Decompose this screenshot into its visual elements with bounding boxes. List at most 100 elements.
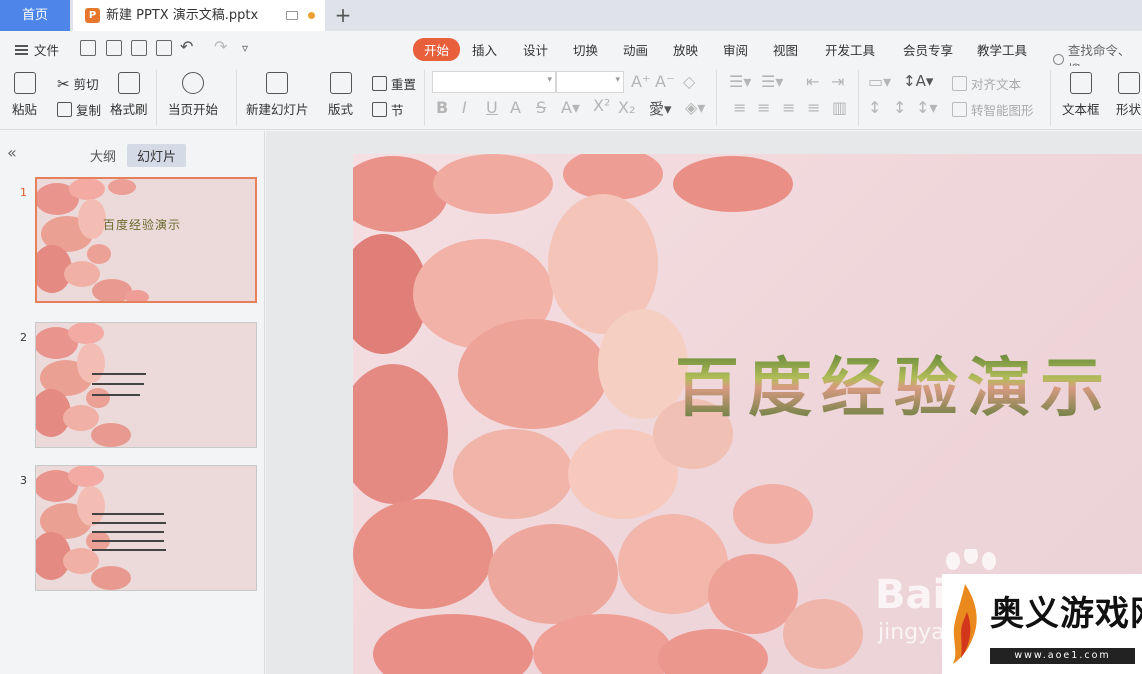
font-color-icon[interactable]: A▾ (561, 98, 580, 117)
copy-button[interactable]: 复制 (57, 100, 101, 119)
slide-thumbnail-2[interactable] (35, 322, 257, 448)
paragraph-spacing-icon[interactable]: ↕ (893, 98, 906, 117)
shadow-text-icon[interactable]: A (510, 98, 521, 117)
copy-label: 复制 (76, 103, 102, 118)
ribbon-divider (1050, 70, 1051, 126)
menu-tab-review[interactable]: 审阅 (723, 40, 748, 59)
increase-font-icon[interactable]: A⁺ (631, 72, 650, 91)
text-box-label: 文本框 (1062, 102, 1100, 117)
clear-format-icon[interactable]: ◇ (683, 72, 695, 91)
text-direction-icon[interactable]: ↕A▾ (903, 72, 933, 90)
title-tab-bar: 首页 P 新建 PPTX 演示文稿.pptx + (0, 0, 1142, 31)
menu-tab-slideshow[interactable]: 放映 (673, 40, 698, 59)
section-button[interactable]: 节 (372, 100, 404, 119)
cut-button[interactable]: ✂ 剪切 (57, 74, 99, 93)
strikethrough-icon[interactable]: S (536, 98, 546, 117)
play-from-current-label: 当页开始 (168, 102, 219, 117)
align-center-icon[interactable]: ≡ (757, 98, 770, 117)
layout-button[interactable]: 版式 (328, 72, 353, 118)
window-icon[interactable] (286, 11, 298, 20)
slide-title[interactable]: 百度经验演示 (675, 337, 1113, 429)
tab-slides[interactable]: 幻灯片 (127, 144, 187, 167)
align-right-icon[interactable]: ≡ (782, 98, 795, 117)
align-text-button[interactable]: 对齐文本 (952, 74, 1021, 93)
new-tab-button[interactable]: + (333, 4, 353, 26)
font-size-select[interactable] (556, 71, 624, 93)
underline-icon[interactable]: U (486, 98, 498, 117)
new-slide-icon (266, 72, 289, 94)
smart-art-label: 转智能图形 (971, 103, 1034, 118)
phonetic-guide-icon[interactable]: 愛▾ (649, 98, 672, 119)
redo-icon[interactable]: ↷ (214, 37, 227, 56)
bullet-list-icon[interactable]: ☰▾ (729, 72, 751, 91)
format-painter-button[interactable]: 格式刷 (110, 72, 148, 118)
line-spacing-icon[interactable]: ↕ (868, 98, 881, 117)
text-box-button[interactable]: 文本框 (1062, 72, 1100, 118)
distribute-icon[interactable]: ▥ (832, 98, 847, 117)
menu-tab-teaching[interactable]: 教学工具 (977, 40, 1027, 59)
save-icon[interactable] (80, 40, 96, 56)
slide-number: 3 (20, 474, 27, 487)
tab-document[interactable]: P 新建 PPTX 演示文稿.pptx (73, 0, 325, 31)
bold-icon[interactable]: B (436, 98, 448, 117)
play-from-current-button[interactable]: 当页开始 (168, 72, 218, 118)
spacing-options-icon[interactable]: ↕▾ (916, 98, 937, 117)
ribbon-divider (424, 70, 425, 126)
undo-icon[interactable]: ↶ (180, 37, 193, 56)
menu-tab-design[interactable]: 设计 (523, 40, 548, 59)
text-columns-icon[interactable]: ▭▾ (868, 72, 891, 91)
smart-art-icon (952, 102, 967, 117)
decrease-indent-icon[interactable]: ⇤ (806, 72, 819, 91)
ribbon-divider (858, 70, 859, 126)
collapse-panel-icon[interactable]: « (7, 143, 17, 162)
slide-thumbnail-1[interactable]: 百度经验演示 (35, 177, 257, 303)
site-brand-name: 奥义游戏网 (990, 594, 1142, 634)
align-left-icon[interactable]: ≡ (733, 98, 746, 117)
print-icon[interactable] (131, 40, 147, 56)
increase-indent-icon[interactable]: ⇥ (831, 72, 844, 91)
menu-tab-transition[interactable]: 切换 (573, 40, 598, 59)
menu-tab-view[interactable]: 视图 (773, 40, 798, 59)
cut-label: 剪切 (73, 77, 99, 92)
customize-quick-access-icon[interactable]: ▿ (242, 41, 248, 55)
shape-label: 形状 (1116, 102, 1142, 117)
paste-button[interactable]: 粘贴 (12, 72, 37, 118)
highlight-icon[interactable]: ◈▾ (685, 98, 705, 117)
file-menu-label: 文件 (34, 43, 60, 58)
smart-art-button[interactable]: 转智能图形 (952, 100, 1034, 119)
layout-icon (329, 72, 352, 94)
menu-tab-member[interactable]: 会员专享 (903, 40, 953, 59)
ribbon-divider (156, 70, 157, 126)
italic-icon[interactable]: I (462, 98, 467, 117)
print-preview-icon[interactable] (156, 40, 172, 56)
file-menu[interactable]: 文件 (15, 40, 59, 59)
rose-petals-image (37, 179, 149, 301)
reset-icon (372, 76, 387, 91)
export-pdf-icon[interactable] (106, 40, 122, 56)
rose-petals-image (36, 466, 131, 590)
format-painter-icon (117, 72, 140, 94)
tab-home[interactable]: 首页 (0, 0, 70, 31)
ribbon-divider (236, 70, 237, 126)
font-family-select[interactable] (432, 71, 556, 93)
menu-tab-developer[interactable]: 开发工具 (825, 40, 875, 59)
slide-thumbnail-3[interactable] (35, 465, 257, 591)
numbered-list-icon[interactable]: ☰▾ (761, 72, 783, 91)
menu-tab-home[interactable]: 开始 (413, 38, 461, 61)
copy-icon (57, 102, 72, 117)
decrease-font-icon[interactable]: A⁻ (655, 72, 674, 91)
subscript-icon[interactable]: X₂ (618, 98, 635, 117)
clipboard-icon (13, 72, 36, 94)
new-slide-button[interactable]: 新建幻灯片 (246, 72, 309, 118)
ribbon-divider (716, 70, 717, 126)
text-box-icon (1069, 72, 1092, 94)
tab-outline[interactable]: 大纲 (80, 144, 126, 167)
menu-tab-insert[interactable]: 插入 (472, 40, 497, 59)
menu-tab-animation[interactable]: 动画 (623, 40, 648, 59)
superscript-icon[interactable]: X² (593, 96, 610, 115)
reset-button[interactable]: 重置 (372, 74, 416, 93)
hamburger-icon (15, 44, 28, 55)
play-icon (182, 72, 204, 94)
justify-icon[interactable]: ≡ (807, 98, 820, 117)
shape-button[interactable]: 形状 (1116, 72, 1141, 118)
